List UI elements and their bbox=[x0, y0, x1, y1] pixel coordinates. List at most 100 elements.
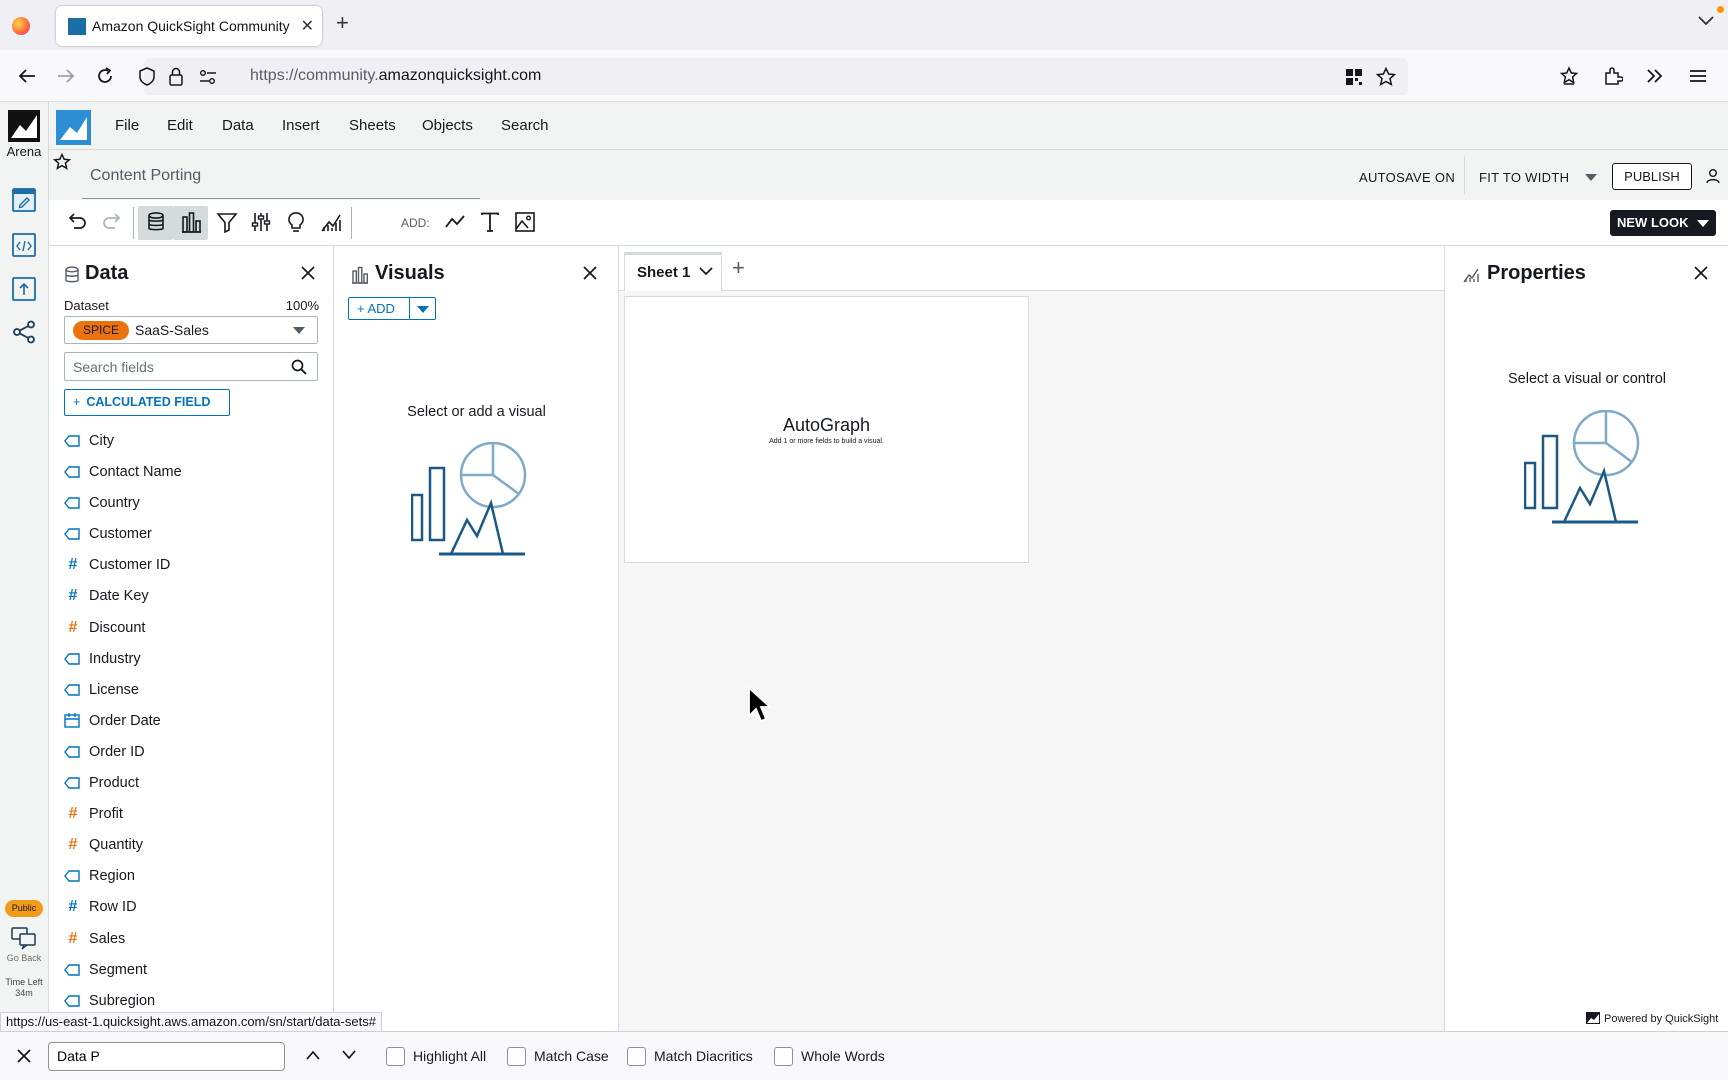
field-item[interactable]: Country bbox=[64, 489, 324, 520]
qr-code-icon[interactable] bbox=[1345, 68, 1363, 86]
autosave-status[interactable]: AUTOSAVE ON bbox=[1359, 170, 1455, 185]
menu-edit[interactable]: Edit bbox=[167, 117, 193, 134]
analysis-name-underline bbox=[82, 198, 480, 199]
find-input[interactable] bbox=[57, 1048, 277, 1064]
menu-objects[interactable]: Objects bbox=[422, 117, 473, 134]
publish-button[interactable]: PUBLISH bbox=[1612, 163, 1692, 190]
bookmark-star-icon[interactable] bbox=[1376, 67, 1396, 87]
upload-icon[interactable] bbox=[12, 277, 36, 301]
field-item[interactable]: Product bbox=[64, 769, 324, 800]
find-close-icon[interactable] bbox=[16, 1048, 32, 1064]
field-item[interactable]: Customer bbox=[64, 520, 324, 551]
match-diacritics-label[interactable]: Match Diacritics bbox=[654, 1048, 753, 1064]
go-back-icon[interactable] bbox=[11, 926, 37, 950]
redo-icon[interactable] bbox=[101, 211, 123, 233]
search-icon[interactable] bbox=[291, 359, 307, 375]
data-panel-close-icon[interactable] bbox=[300, 265, 316, 281]
visuals-panel-close-icon[interactable] bbox=[582, 265, 598, 281]
field-item[interactable]: # Row ID bbox=[64, 893, 324, 924]
menu-file[interactable]: File bbox=[115, 117, 139, 134]
toolbar-separator-2 bbox=[351, 207, 352, 239]
tab-close-icon[interactable]: ✕ bbox=[301, 16, 314, 36]
whole-words-label[interactable]: Whole Words bbox=[801, 1048, 885, 1064]
field-item[interactable]: City bbox=[64, 427, 324, 458]
new-look-button[interactable]: NEW LOOK bbox=[1610, 210, 1716, 236]
field-item[interactable]: Order Date bbox=[64, 707, 324, 738]
reload-icon[interactable] bbox=[95, 66, 115, 86]
go-back-label[interactable]: Go Back bbox=[0, 953, 48, 963]
highlight-all-label[interactable]: Highlight All bbox=[413, 1048, 486, 1064]
calculated-field-button[interactable]: + CALCULATED FIELD bbox=[64, 389, 230, 416]
add-image-icon[interactable] bbox=[514, 211, 536, 233]
analysis-name[interactable]: Content Porting bbox=[90, 167, 201, 185]
field-item[interactable]: # Profit bbox=[64, 800, 324, 831]
new-tab-icon[interactable]: + bbox=[336, 12, 349, 34]
user-icon[interactable] bbox=[1705, 168, 1721, 184]
add-text-icon[interactable] bbox=[479, 211, 501, 233]
lock-icon[interactable] bbox=[168, 67, 184, 87]
add-visual-button[interactable]: + ADD bbox=[348, 297, 410, 320]
match-diacritics-checkbox[interactable] bbox=[627, 1047, 646, 1066]
match-case-label[interactable]: Match Case bbox=[534, 1048, 609, 1064]
menu-insert[interactable]: Insert bbox=[282, 117, 320, 134]
add-visual-line-icon[interactable] bbox=[444, 211, 466, 233]
tracking-shield-icon[interactable] bbox=[138, 67, 156, 87]
dataset-select[interactable]: SPICE SaaS-Sales bbox=[64, 316, 318, 344]
url-bar[interactable]: https://community.amazonquicksight.com bbox=[139, 58, 1408, 95]
extensions-icon[interactable] bbox=[1603, 66, 1623, 86]
sheet-tabs-bar: Sheet 1 + bbox=[619, 246, 1444, 291]
field-item[interactable]: # Discount bbox=[64, 614, 324, 645]
quicksight-logo[interactable] bbox=[56, 110, 91, 145]
edit-analysis-icon[interactable] bbox=[12, 188, 36, 212]
field-item[interactable]: # Date Key bbox=[64, 582, 324, 613]
properties-panel-close-icon[interactable] bbox=[1693, 265, 1709, 281]
tab-list-chevron-icon[interactable] bbox=[1698, 16, 1714, 26]
field-item[interactable]: Industry bbox=[64, 645, 324, 676]
autograph-subtitle: Add 1 or more fields to build a visual. bbox=[769, 438, 884, 445]
arena-logo[interactable] bbox=[8, 110, 40, 142]
fit-dropdown-caret-icon[interactable] bbox=[1585, 174, 1597, 182]
menu-data[interactable]: Data bbox=[222, 117, 254, 134]
menu-search[interactable]: Search bbox=[501, 117, 549, 134]
fit-to-width-dropdown[interactable]: FIT TO WIDTH bbox=[1479, 170, 1569, 185]
whole-words-checkbox[interactable] bbox=[774, 1047, 793, 1066]
add-visual-dropdown[interactable] bbox=[409, 297, 436, 320]
sheet-tab-chevron-icon[interactable] bbox=[699, 267, 713, 276]
browser-tab[interactable]: Amazon QuickSight Community ✕ bbox=[56, 6, 322, 46]
highlight-all-checkbox[interactable] bbox=[386, 1047, 405, 1066]
overflow-chevrons-icon[interactable] bbox=[1645, 66, 1665, 86]
filter-icon[interactable] bbox=[216, 211, 238, 233]
add-sheet-icon[interactable]: + bbox=[732, 257, 745, 279]
field-item[interactable]: License bbox=[64, 676, 324, 707]
favorite-star-icon[interactable] bbox=[53, 153, 71, 171]
field-item[interactable]: Region bbox=[64, 862, 324, 893]
pocket-icon[interactable] bbox=[1559, 66, 1579, 86]
bar-chart-icon[interactable] bbox=[180, 211, 202, 233]
find-previous-icon[interactable] bbox=[305, 1049, 321, 1061]
field-item[interactable]: Segment bbox=[64, 956, 324, 987]
back-icon[interactable] bbox=[17, 66, 37, 86]
search-fields-input[interactable] bbox=[73, 359, 273, 375]
field-item[interactable]: Order ID bbox=[64, 738, 324, 769]
field-item[interactable]: # Customer ID bbox=[64, 551, 324, 582]
insights-lightbulb-icon[interactable] bbox=[285, 211, 307, 233]
themes-icon[interactable] bbox=[320, 211, 342, 233]
field-label: Country bbox=[89, 495, 140, 512]
sheet-tab[interactable]: Sheet 1 bbox=[624, 252, 722, 291]
forward-icon[interactable] bbox=[56, 66, 76, 86]
field-item[interactable]: # Quantity bbox=[64, 831, 324, 862]
undo-icon[interactable] bbox=[66, 211, 88, 233]
autograph-visual[interactable]: AutoGraph Add 1 or more fields to build … bbox=[624, 296, 1029, 563]
hamburger-menu-icon[interactable] bbox=[1688, 66, 1708, 86]
field-item[interactable]: # Sales bbox=[64, 925, 324, 956]
find-next-icon[interactable] bbox=[341, 1049, 357, 1061]
menu-sheets[interactable]: Sheets bbox=[349, 117, 396, 134]
database-icon[interactable] bbox=[145, 211, 167, 233]
match-case-checkbox[interactable] bbox=[507, 1047, 526, 1066]
share-icon[interactable] bbox=[12, 320, 36, 344]
field-item[interactable]: Contact Name bbox=[64, 458, 324, 489]
parameters-icon[interactable] bbox=[250, 211, 272, 233]
permissions-icon[interactable] bbox=[198, 69, 218, 85]
firefox-logo-icon[interactable] bbox=[12, 17, 30, 35]
embed-code-icon[interactable] bbox=[12, 233, 36, 257]
